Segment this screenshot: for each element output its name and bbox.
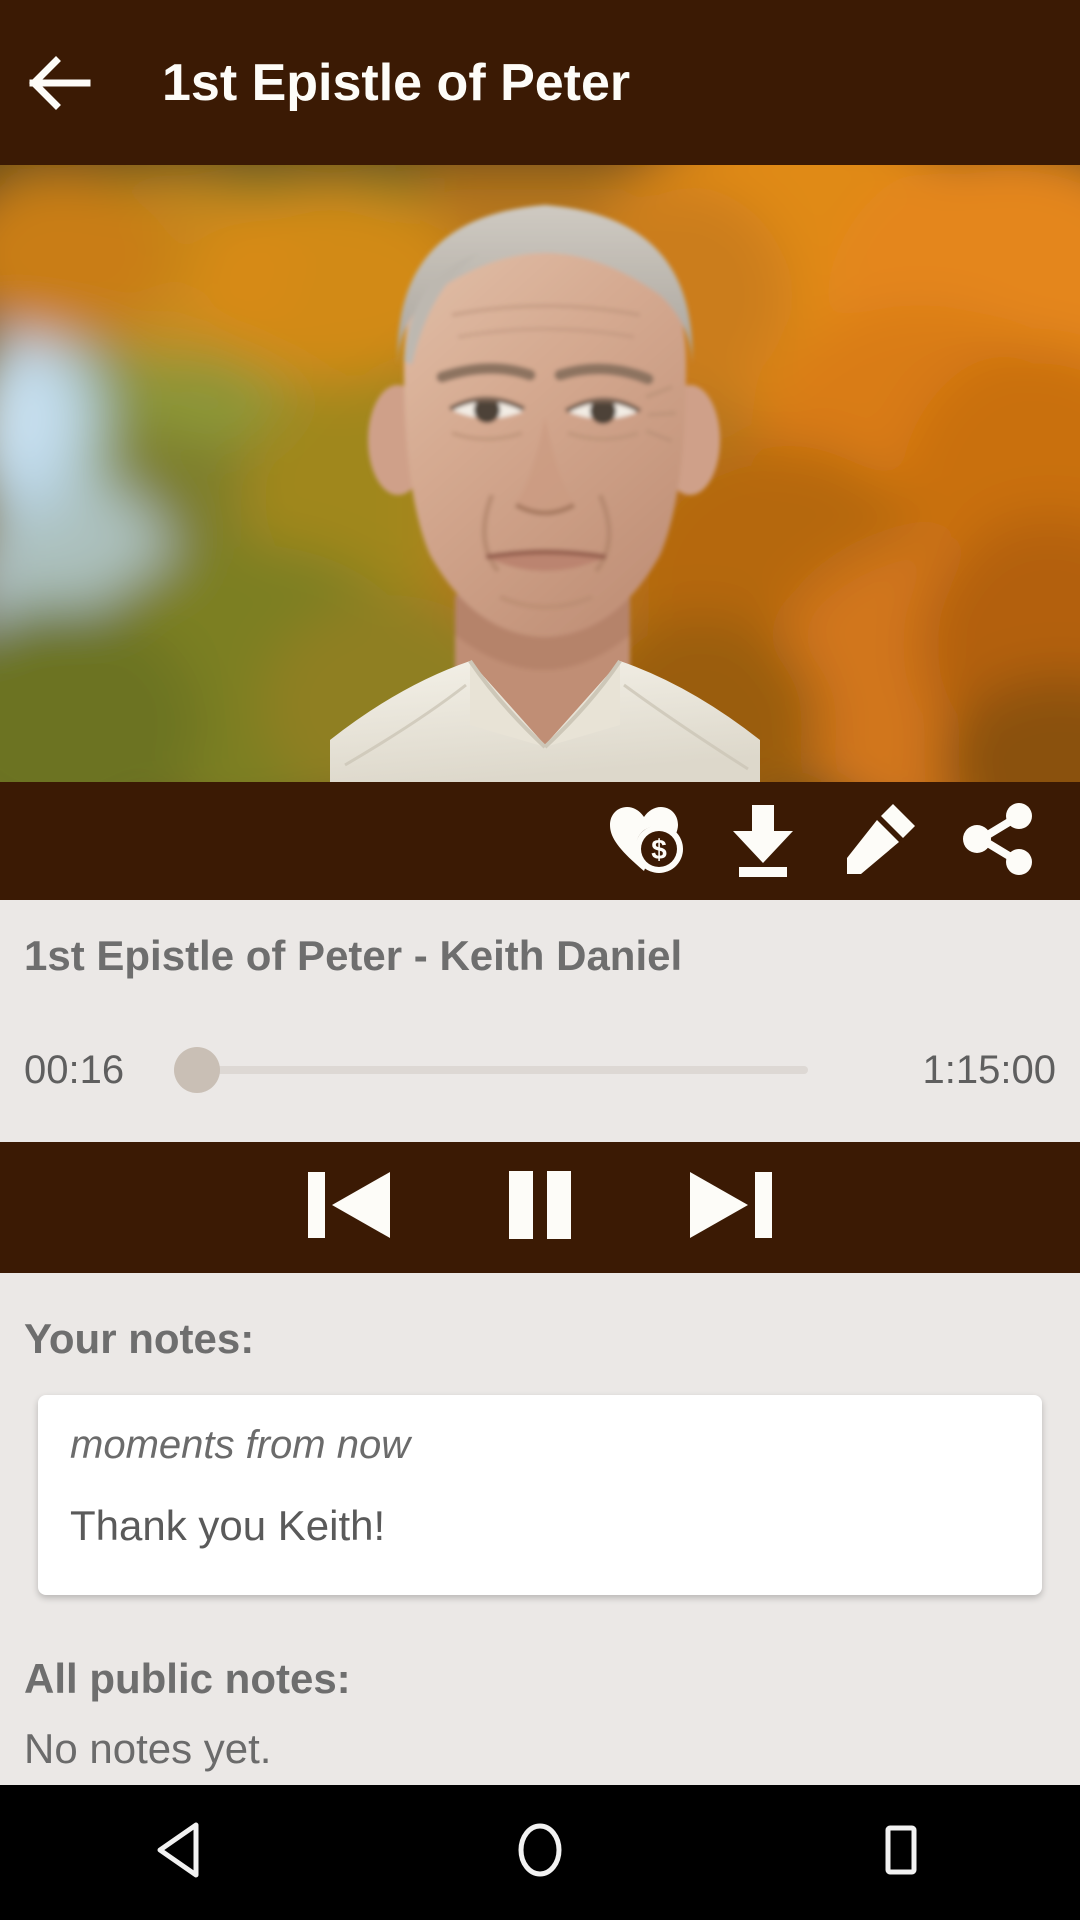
previous-button[interactable] — [273, 1142, 423, 1273]
public-notes-heading: All public notes: — [24, 1655, 351, 1702]
app-bar: 1st Epistle of Peter — [0, 0, 1080, 165]
seek-thumb[interactable] — [174, 1047, 220, 1093]
your-notes-heading: Your notes: — [24, 1315, 255, 1362]
triangle-back-icon — [152, 1820, 208, 1885]
skip-next-icon — [686, 1166, 778, 1249]
next-button[interactable] — [657, 1142, 807, 1273]
back-button[interactable] — [0, 0, 120, 165]
nav-home-button[interactable] — [420, 1785, 660, 1920]
now-playing-panel: 1st Epistle of Peter - Keith Daniel 00:1… — [0, 900, 1080, 1142]
donate-button[interactable]: $ — [586, 782, 704, 900]
download-button[interactable] — [704, 782, 822, 900]
speaker-photo — [0, 165, 1080, 782]
heart-dollar-icon: $ — [606, 803, 684, 880]
skip-previous-icon — [302, 1166, 394, 1249]
nav-recents-button[interactable] — [780, 1785, 1020, 1920]
svg-text:$: $ — [651, 834, 667, 865]
user-note-card[interactable]: moments from now Thank you Keith! — [38, 1395, 1042, 1595]
download-icon — [727, 801, 799, 882]
note-text: Thank you Keith! — [70, 1502, 386, 1549]
transport-controls — [0, 1142, 1080, 1273]
share-button[interactable] — [940, 782, 1058, 900]
track-title: 1st Epistle of Peter - Keith Daniel — [24, 932, 683, 979]
audio-player-screen: 1st Epistle of Peter $ 1st Epistle of Pe… — [0, 0, 1080, 1920]
share-icon — [961, 802, 1037, 880]
current-time-label: 00:16 — [24, 1047, 125, 1092]
public-notes-empty-message: No notes yet. — [24, 1725, 272, 1772]
page-title: 1st Epistle of Peter — [162, 53, 631, 112]
seek-track — [196, 1066, 808, 1074]
arrow-left-icon — [29, 55, 91, 110]
note-timestamp: moments from now — [70, 1423, 411, 1467]
media-action-bar: $ — [0, 782, 1080, 900]
square-recents-icon — [872, 1820, 928, 1885]
nav-back-button[interactable] — [60, 1785, 300, 1920]
seek-bar[interactable] — [160, 1030, 830, 1110]
total-time-label: 1:15:00 — [922, 1047, 1056, 1092]
pause-button[interactable] — [465, 1142, 615, 1273]
circle-home-icon — [512, 1820, 568, 1885]
edit-button[interactable] — [822, 782, 940, 900]
pencil-icon — [845, 802, 917, 881]
pause-icon — [501, 1166, 579, 1249]
android-navigation-bar — [0, 1785, 1080, 1920]
seek-row: 00:16 1:15:00 — [0, 1030, 1080, 1110]
